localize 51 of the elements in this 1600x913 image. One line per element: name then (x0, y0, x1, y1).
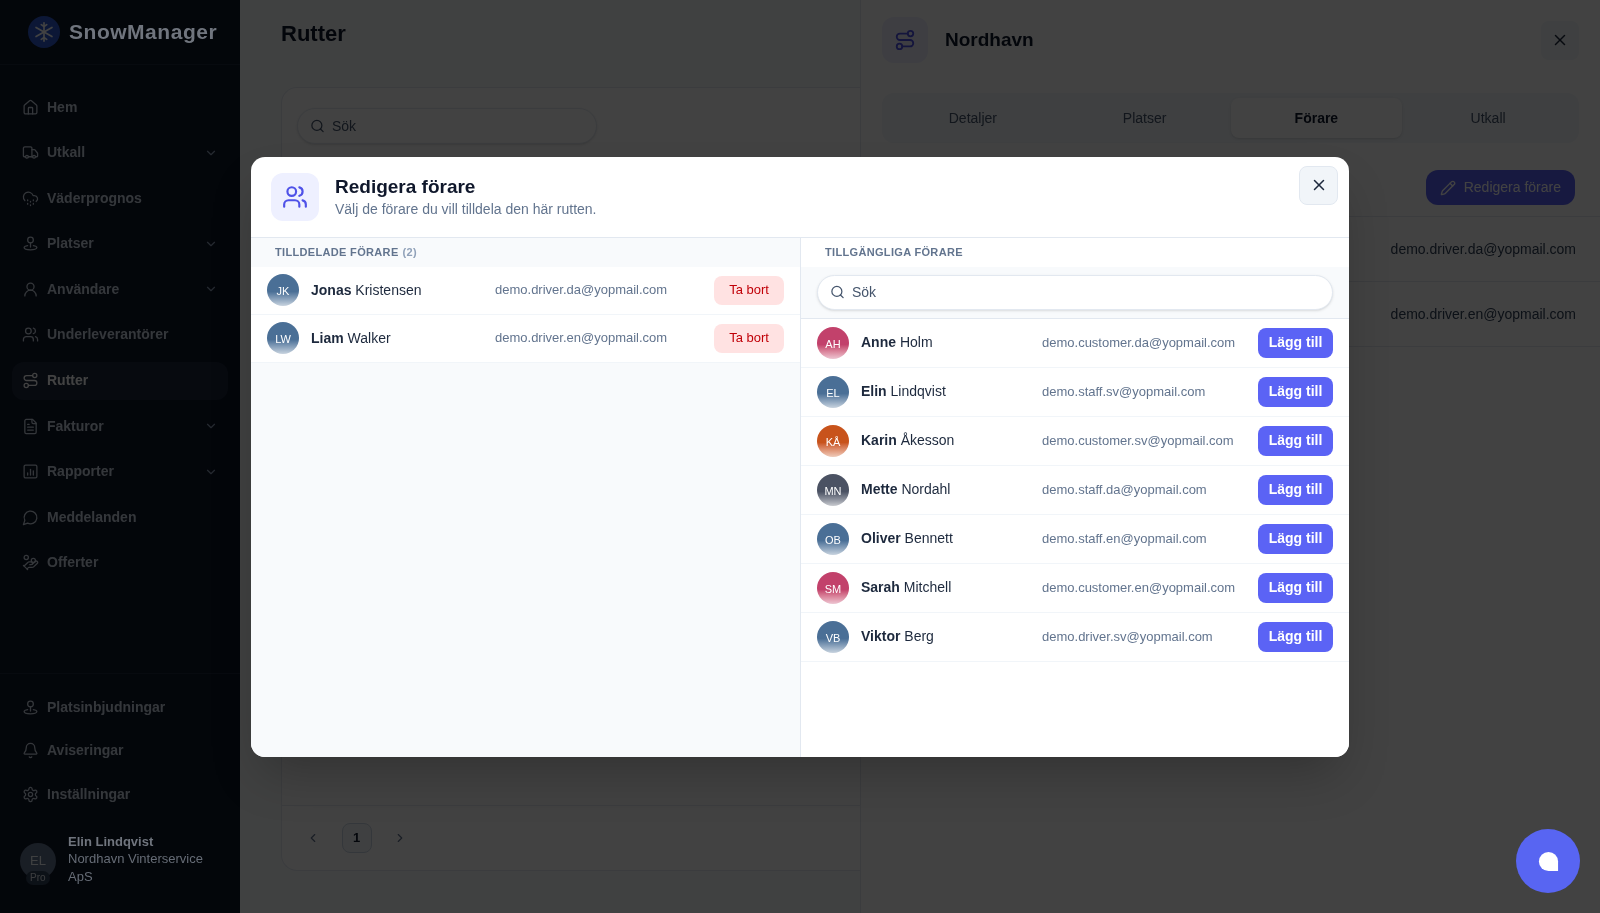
dialog-subtitle: Välj de förare du vill tilldela den här rutten. (335, 199, 597, 219)
driver-email: demo.driver.da@yopmail.com (495, 281, 669, 300)
avatar: SM (817, 571, 849, 604)
close-button[interactable] (1299, 165, 1338, 205)
driver-name: Mette Nordahl (861, 480, 952, 499)
search-icon (830, 284, 845, 300)
driver-email: demo.customer.da@yopmail.com (1042, 333, 1237, 352)
section-heading: TILLGÄNGLIGA FÖRARE (825, 244, 963, 260)
search-field[interactable]: Sök (817, 274, 1333, 310)
add-button[interactable]: Lägg till (1258, 327, 1333, 358)
page-title: Rutter (281, 19, 346, 48)
chat-icon (1536, 849, 1560, 873)
users-icon (271, 172, 319, 221)
avatar: KÅ (817, 424, 849, 457)
driver-count: (2) (402, 244, 417, 260)
add-button[interactable]: Lägg till (1258, 474, 1333, 505)
driver-name: Oliver Bennett (861, 529, 954, 548)
avatar: VB (817, 620, 849, 653)
app-logo-text: SnowManager (69, 19, 218, 46)
driver-email: demo.staff.da@yopmail.com (1042, 480, 1208, 499)
avatar: LW (267, 322, 299, 354)
avatar: MN (817, 473, 849, 506)
driver-email: demo.driver.en@yopmail.com (495, 329, 669, 348)
add-button[interactable]: Lägg till (1258, 425, 1333, 456)
driver-email: demo.driver.sv@yopmail.com (1042, 627, 1214, 646)
remove-button[interactable]: Ta bort (714, 323, 784, 353)
user-name: Elin Lindqvist (68, 833, 155, 850)
avatar: EL (817, 375, 849, 408)
company-name: Nordhavn Vinterservice ApS (68, 850, 204, 886)
driver-name: Karin Åkesson (861, 431, 956, 450)
add-button[interactable]: Lägg till (1258, 523, 1333, 554)
driver-name: Elin Lindqvist (861, 382, 947, 401)
drawer-title: Nordhavn (945, 27, 1034, 52)
avatar: JK (267, 274, 299, 306)
add-button[interactable]: Lägg till (1258, 572, 1333, 603)
dialog-title: Redigera förare (335, 174, 477, 199)
add-button[interactable]: Lägg till (1258, 376, 1333, 407)
avatar: OB (817, 522, 849, 555)
add-button[interactable]: Lägg till (1258, 621, 1333, 652)
remove-button[interactable]: Ta bort (714, 275, 784, 305)
driver-name: Sarah Mitchell (861, 578, 953, 597)
driver-email: demo.customer.en@yopmail.com (1042, 578, 1237, 597)
driver-email: demo.staff.en@yopmail.com (1042, 529, 1208, 548)
driver-name: Jonas Kristensen (311, 280, 423, 300)
driver-email: demo.customer.sv@yopmail.com (1042, 431, 1235, 450)
driver-name: Anne Holm (861, 333, 934, 352)
driver-name: Viktor Berg (861, 627, 935, 646)
driver-name: Liam Walker (311, 328, 392, 348)
avatar: AH (817, 326, 849, 359)
section-heading: TILLDELADE FÖRARE (275, 244, 399, 260)
driver-email: demo.staff.sv@yopmail.com (1042, 382, 1207, 401)
